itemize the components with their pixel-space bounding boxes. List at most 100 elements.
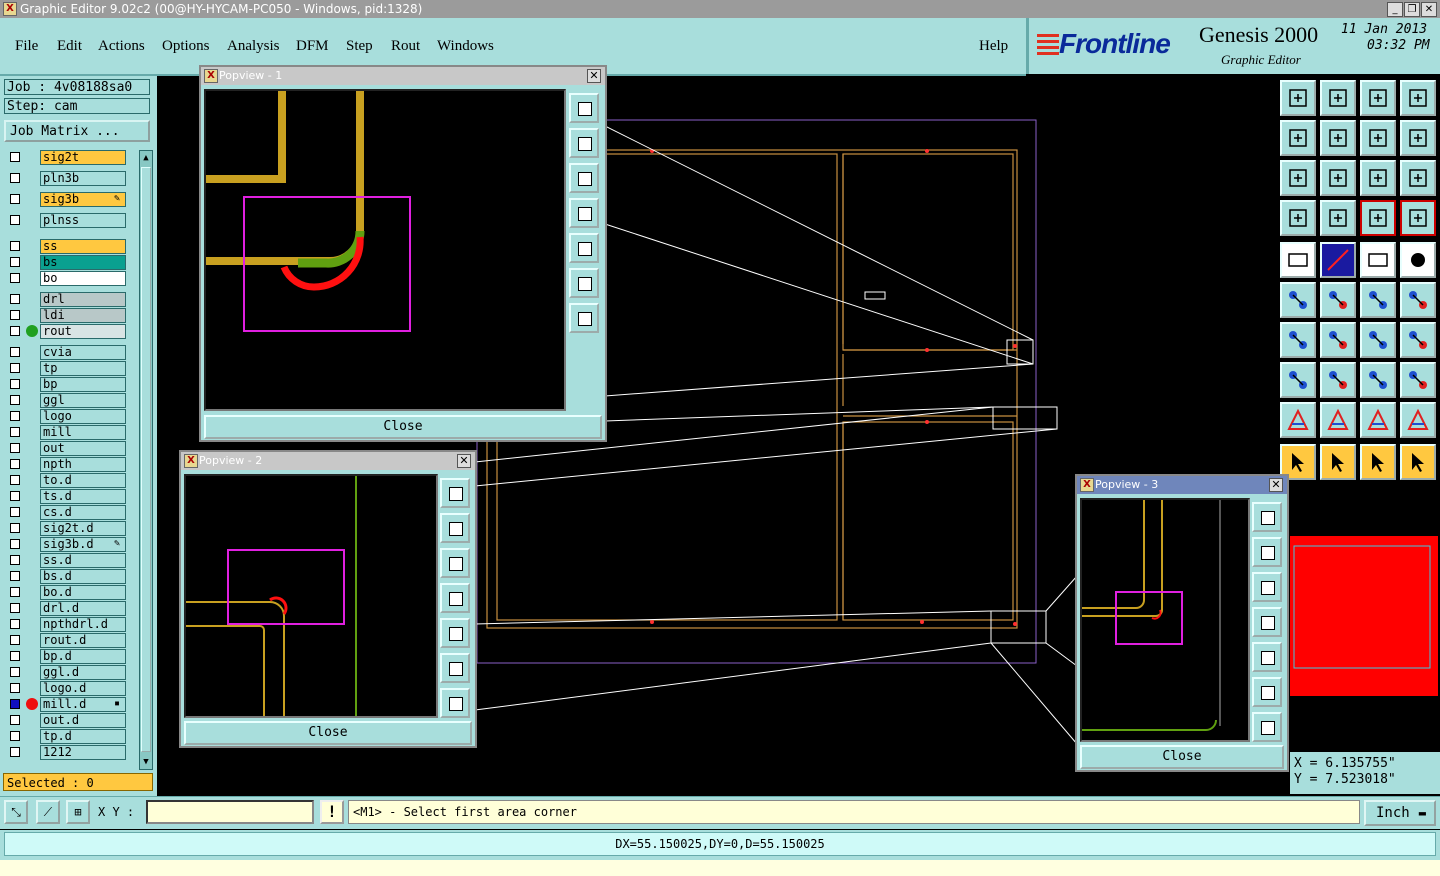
layer-row-14[interactable]: logo bbox=[4, 409, 137, 424]
layer-name[interactable]: drl bbox=[40, 292, 126, 307]
menu-step[interactable]: Step bbox=[346, 38, 373, 55]
triangle-c-icon[interactable] bbox=[1400, 402, 1436, 438]
layer-checkbox[interactable] bbox=[10, 379, 20, 389]
layer-checkbox[interactable] bbox=[10, 152, 20, 162]
layer-checkbox[interactable] bbox=[10, 257, 20, 267]
layer-checkbox[interactable] bbox=[10, 683, 20, 693]
layer-name[interactable]: bo bbox=[40, 271, 126, 286]
layer-name[interactable]: sig2t.d bbox=[40, 521, 126, 536]
layer-checkbox[interactable] bbox=[10, 475, 20, 485]
layer-name[interactable]: cvia bbox=[40, 345, 126, 360]
menu-analysis[interactable]: Analysis bbox=[227, 38, 280, 55]
layer-name[interactable]: bp.d bbox=[40, 649, 126, 664]
text-f-icon[interactable] bbox=[1400, 322, 1436, 358]
popview-tool-icon[interactable] bbox=[1252, 607, 1282, 637]
group-icon[interactable] bbox=[1400, 362, 1436, 398]
layer-row-10[interactable]: cvia bbox=[4, 345, 137, 360]
layer-checkbox[interactable] bbox=[10, 363, 20, 373]
layer-checkbox[interactable] bbox=[10, 523, 20, 533]
arc-icon[interactable] bbox=[1360, 322, 1396, 358]
line-node-icon[interactable] bbox=[1360, 282, 1396, 318]
popview-tool-icon[interactable] bbox=[440, 548, 470, 578]
route-select-icon[interactable] bbox=[1400, 444, 1436, 480]
popview-tool-icon[interactable] bbox=[1252, 537, 1282, 567]
layer-name[interactable]: bs bbox=[40, 255, 126, 270]
scroll-down-icon[interactable]: ▼ bbox=[141, 757, 151, 767]
layer-row-35[interactable]: 1212 bbox=[4, 745, 137, 760]
layer-row-19[interactable]: ts.d bbox=[4, 489, 137, 504]
scale-icon[interactable] bbox=[1360, 160, 1396, 196]
layer-name[interactable]: bs.d bbox=[40, 569, 126, 584]
popview-2-close-icon[interactable]: ✕ bbox=[457, 454, 471, 468]
layer-row-32[interactable]: mill.d ▪ bbox=[4, 697, 137, 712]
popview-1-close-icon[interactable]: ✕ bbox=[587, 69, 601, 83]
layer-row-5[interactable]: bs bbox=[4, 255, 137, 270]
scroll-thumb[interactable] bbox=[141, 167, 151, 752]
layer-row-13[interactable]: ggl bbox=[4, 393, 137, 408]
layer-checkbox[interactable] bbox=[10, 427, 20, 437]
layer-row-16[interactable]: out bbox=[4, 441, 137, 456]
pointer-box-icon[interactable] bbox=[1320, 444, 1356, 480]
layer-checkbox[interactable] bbox=[10, 194, 20, 204]
slash-icon[interactable] bbox=[1320, 322, 1356, 358]
layer-name[interactable]: rout bbox=[40, 324, 126, 339]
layer-name[interactable]: rout.d bbox=[40, 633, 126, 648]
layer-row-25[interactable]: bo.d bbox=[4, 585, 137, 600]
layer-name[interactable]: ss.d bbox=[40, 553, 126, 568]
popview-tool-icon[interactable] bbox=[440, 513, 470, 543]
minimize-icon[interactable]: _ bbox=[1387, 2, 1403, 17]
layer-row-11[interactable]: tp bbox=[4, 361, 137, 376]
layer-checkbox[interactable] bbox=[10, 571, 20, 581]
menu-windows[interactable]: Windows bbox=[437, 38, 494, 55]
layer-checkbox[interactable] bbox=[10, 667, 20, 677]
layer-checkbox[interactable] bbox=[10, 651, 20, 661]
layer-checkbox[interactable] bbox=[10, 635, 20, 645]
home-icon[interactable] bbox=[1360, 80, 1396, 116]
popview-tool-icon[interactable] bbox=[569, 163, 599, 193]
layer-checkbox[interactable] bbox=[10, 173, 20, 183]
layer-name[interactable]: npth bbox=[40, 457, 126, 472]
popview-tool-icon[interactable] bbox=[1252, 572, 1282, 602]
layer-name[interactable]: tp bbox=[40, 361, 126, 376]
popview-3-close-icon[interactable]: ✕ bbox=[1269, 478, 1283, 492]
layer-checkbox[interactable] bbox=[10, 603, 20, 613]
popview-tool-icon[interactable] bbox=[440, 618, 470, 648]
menu-rout[interactable]: Rout bbox=[391, 38, 420, 55]
layer-row-4[interactable]: ss bbox=[4, 239, 137, 254]
triangle-icon[interactable] bbox=[1280, 402, 1316, 438]
layout-icon[interactable] bbox=[1400, 80, 1436, 116]
layer-checkbox[interactable] bbox=[10, 491, 20, 501]
layer-checkbox[interactable] bbox=[10, 507, 20, 517]
layer-row-23[interactable]: ss.d bbox=[4, 553, 137, 568]
popview-2-canvas[interactable] bbox=[184, 474, 438, 718]
snap-icon[interactable] bbox=[1320, 200, 1356, 236]
layer-checkbox[interactable] bbox=[10, 215, 20, 225]
pointer-select-icon[interactable] bbox=[1360, 444, 1396, 480]
layer-checkbox[interactable] bbox=[10, 443, 20, 453]
popview-tool-icon[interactable] bbox=[1252, 712, 1282, 742]
popview-tool-icon[interactable] bbox=[569, 128, 599, 158]
popview-tool-icon[interactable] bbox=[440, 583, 470, 613]
zoom-fit-icon[interactable] bbox=[1280, 160, 1316, 196]
layer-row-17[interactable]: npth bbox=[4, 457, 137, 472]
popview-3-close-button[interactable]: Close bbox=[1080, 745, 1284, 769]
popview-tool-icon[interactable] bbox=[569, 93, 599, 123]
layer-name[interactable]: npthdrl.d bbox=[40, 617, 126, 632]
layer-row-21[interactable]: sig2t.d bbox=[4, 521, 137, 536]
layer-checkbox[interactable] bbox=[10, 241, 20, 251]
open-icon[interactable] bbox=[1280, 80, 1316, 116]
layer-name[interactable]: to.d bbox=[40, 473, 126, 488]
layer-checkbox[interactable] bbox=[10, 326, 20, 336]
layer-name[interactable]: tp.d bbox=[40, 729, 126, 744]
layer-name[interactable]: logo bbox=[40, 409, 126, 424]
layer-row-2[interactable]: sig3b ✎ bbox=[4, 192, 137, 207]
wrap-icon[interactable] bbox=[1400, 120, 1436, 156]
zoom-area-icon[interactable]: ⤡ bbox=[4, 800, 28, 824]
layer-row-8[interactable]: ldi bbox=[4, 308, 137, 323]
popview-tool-icon[interactable] bbox=[569, 268, 599, 298]
layer-row-6[interactable]: bo bbox=[4, 271, 137, 286]
menu-help[interactable]: Help bbox=[979, 38, 1008, 55]
layer-row-9[interactable]: rout bbox=[4, 324, 137, 339]
triangle-a-icon[interactable] bbox=[1320, 402, 1356, 438]
line-end-icon[interactable] bbox=[1400, 282, 1436, 318]
